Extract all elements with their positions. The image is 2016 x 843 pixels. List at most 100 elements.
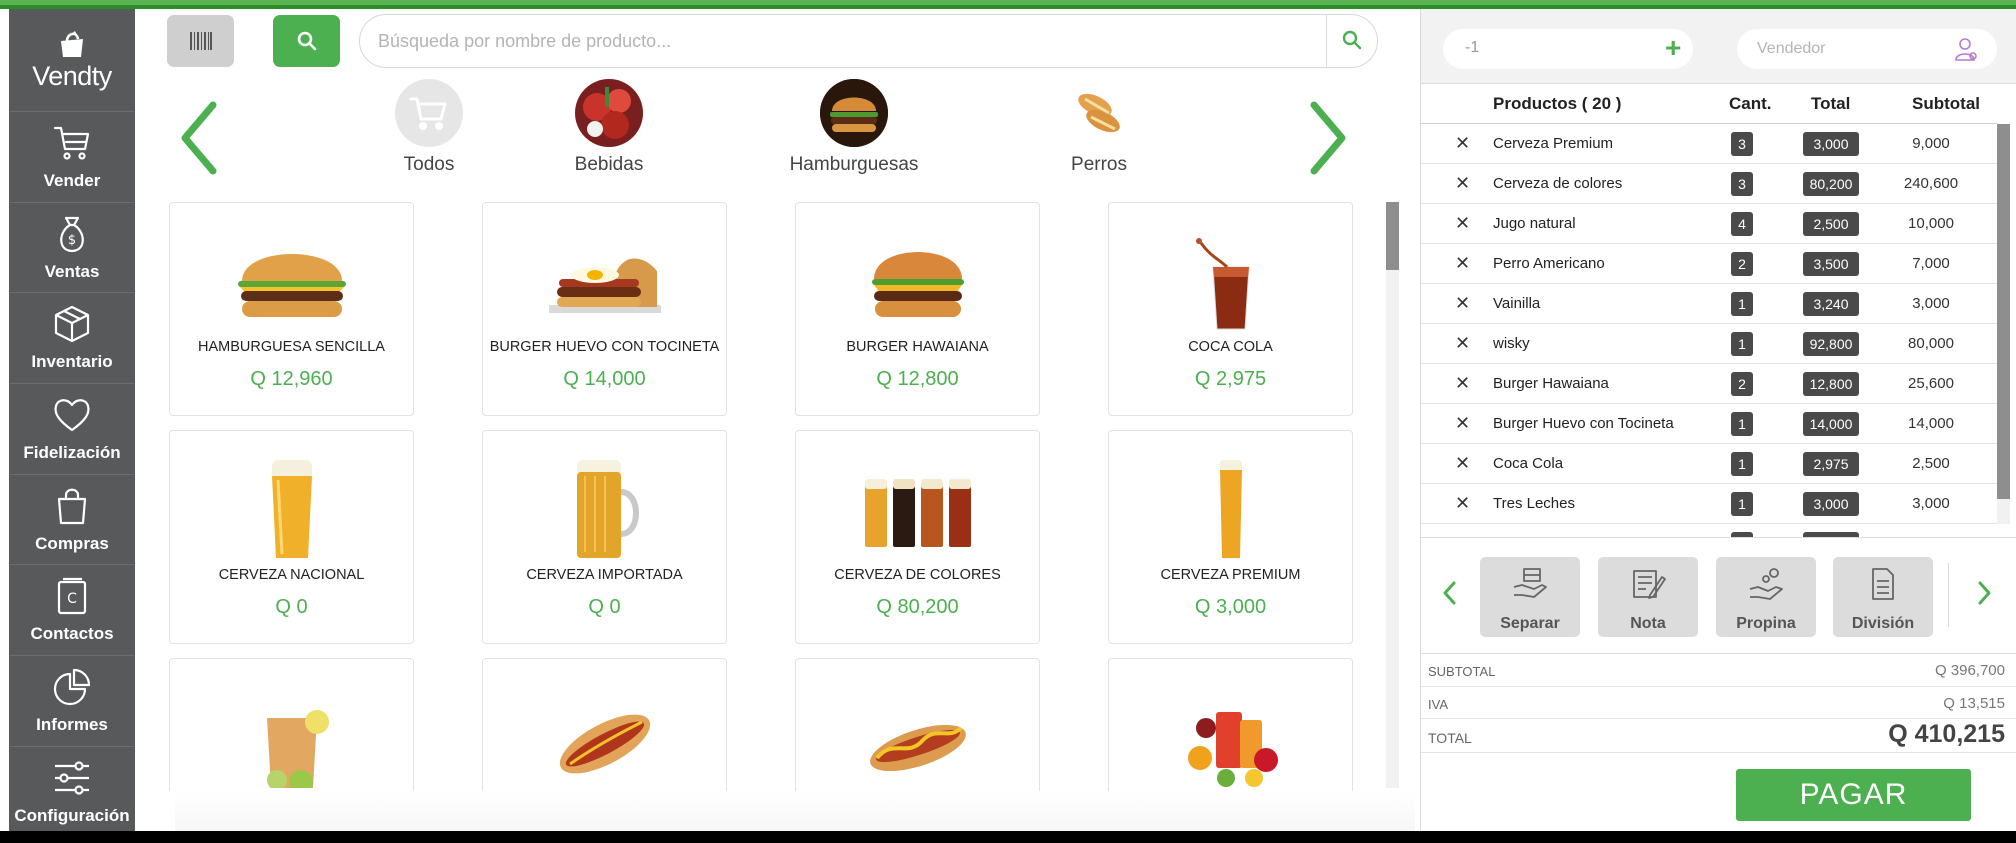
- sidebar-item-inventario[interactable]: Inventario: [9, 293, 135, 385]
- order-item-qty[interactable]: 3: [1731, 172, 1753, 196]
- sidebar-item-label: Inventario: [31, 352, 113, 372]
- product-card[interactable]: CERVEZA IMPORTADA Q 0: [482, 430, 727, 644]
- product-card[interactable]: [1108, 658, 1353, 791]
- product-name: HAMBURGUESA SENCILLA: [198, 339, 385, 355]
- category-hamburguesas[interactable]: Hamburguesas: [774, 79, 934, 176]
- order-item-subtotal: 14,000: [1908, 415, 1954, 432]
- order-item-total[interactable]: 80,200: [1803, 172, 1859, 196]
- remove-item-icon[interactable]: ✕: [1455, 493, 1470, 514]
- sidebar-item-fidelizacion[interactable]: Fidelización: [9, 384, 135, 475]
- order-row[interactable]: ✕ Jugo natural 4 2,500 10,000: [1421, 204, 1997, 244]
- categories-prev-arrow-icon[interactable]: [179, 101, 219, 175]
- order-row[interactable]: ✕ Coca Cola 1 2,975 2,500: [1421, 444, 1997, 484]
- user-icon[interactable]: [1953, 36, 1979, 62]
- order-item-total[interactable]: 2,500: [1803, 212, 1859, 236]
- product-image-hotdog: [483, 683, 726, 791]
- order-item-total[interactable]: 12,800: [1803, 372, 1859, 396]
- order-item-qty[interactable]: 1: [1731, 492, 1753, 516]
- product-card[interactable]: CERVEZA NACIONAL Q 0: [169, 430, 414, 644]
- category-todos[interactable]: Todos: [349, 79, 509, 176]
- order-item-total[interactable]: 14,000: [1803, 412, 1859, 436]
- order-item-total[interactable]: 3,500: [1803, 252, 1859, 276]
- order-item-total[interactable]: 3,240: [1803, 292, 1859, 316]
- nota-button[interactable]: Nota: [1598, 557, 1698, 637]
- order-item-total[interactable]: 92,800: [1803, 332, 1859, 356]
- product-image-burger: [796, 223, 1039, 343]
- order-item-qty[interactable]: 4: [1731, 212, 1753, 236]
- order-item-total[interactable]: 3,000: [1803, 132, 1859, 156]
- order-row[interactable]: ✕ Perro Americano 2 3,500 7,000: [1421, 244, 1997, 284]
- pay-button[interactable]: PAGAR: [1736, 769, 1971, 821]
- order-item-subtotal: 9,000: [1912, 135, 1950, 152]
- order-list-scrollbar[interactable]: [1997, 124, 2010, 524]
- remove-item-icon[interactable]: ✕: [1455, 333, 1470, 354]
- search-input[interactable]: [378, 25, 1328, 57]
- product-card[interactable]: CERVEZA DE COLORES Q 80,200: [795, 430, 1040, 644]
- quantity-input[interactable]: -1 +: [1443, 29, 1693, 69]
- subtotal-label: SUBTOTAL: [1428, 664, 1496, 679]
- order-item-total[interactable]: 3,000: [1803, 492, 1859, 516]
- qty-column-header: Cant.: [1729, 94, 1772, 113]
- category-perros[interactable]: Perros: [1019, 79, 1179, 176]
- product-card[interactable]: BURGER HAWAIANA Q 12,800: [795, 202, 1040, 416]
- product-card[interactable]: [482, 658, 727, 791]
- sidebar-item-compras[interactable]: Compras: [9, 475, 135, 566]
- remove-item-icon[interactable]: ✕: [1455, 413, 1470, 434]
- product-card[interactable]: BURGER HUEVO CON TOCINETA Q 14,000: [482, 202, 727, 416]
- remove-item-icon[interactable]: ✕: [1455, 213, 1470, 234]
- shopping-bag-icon: [57, 488, 87, 524]
- remove-item-icon[interactable]: ✕: [1455, 453, 1470, 474]
- bottom-bar: [0, 831, 2016, 843]
- product-card[interactable]: HAMBURGUESA SENCILLA Q 12,960: [169, 202, 414, 416]
- sidebar-item-ventas[interactable]: $ Ventas: [9, 203, 135, 294]
- actions-prev-arrow-icon[interactable]: [1441, 580, 1457, 606]
- remove-item-icon[interactable]: ✕: [1455, 373, 1470, 394]
- remove-item-icon[interactable]: ✕: [1455, 253, 1470, 274]
- logo[interactable]: Vendty: [9, 9, 135, 112]
- order-row[interactable]: ✕ Burger Huevo con Tocineta 1 14,000 14,…: [1421, 404, 1997, 444]
- remove-item-icon[interactable]: ✕: [1455, 293, 1470, 314]
- order-item-qty[interactable]: 1: [1731, 332, 1753, 356]
- division-button[interactable]: División: [1833, 557, 1933, 637]
- order-row[interactable]: ✕ Burger Hawaiana 2 12,800 25,600: [1421, 364, 1997, 404]
- order-item-qty[interactable]: 2: [1731, 372, 1753, 396]
- product-card[interactable]: [169, 658, 414, 791]
- scrollbar-thumb[interactable]: [1997, 124, 2010, 499]
- sidebar-item-informes[interactable]: Informes: [9, 656, 135, 747]
- order-row[interactable]: ✕ Cerveza de colores 3 80,200 240,600: [1421, 164, 1997, 204]
- plus-icon[interactable]: +: [1665, 34, 1681, 62]
- sidebar-item-vender[interactable]: Vender: [9, 112, 135, 203]
- barcode-button[interactable]: [167, 15, 234, 67]
- order-row[interactable]: ✕ Vainilla 1 3,240 3,000: [1421, 284, 1997, 324]
- vendor-field[interactable]: Vendedor: [1737, 29, 1997, 69]
- order-row[interactable]: ✕ Cerveza Premium 3 3,000 9,000: [1421, 124, 1997, 164]
- propina-button[interactable]: Propina: [1716, 557, 1816, 637]
- product-grid-scrollbar[interactable]: [1386, 202, 1399, 788]
- category-bebidas[interactable]: Bebidas: [529, 79, 689, 176]
- separar-button[interactable]: Separar: [1480, 557, 1580, 637]
- order-item-qty[interactable]: 1: [1731, 452, 1753, 476]
- remove-item-icon[interactable]: ✕: [1455, 133, 1470, 154]
- search-divider: [1326, 15, 1327, 67]
- product-image-beer-tall: [1109, 451, 1352, 571]
- order-item-qty[interactable]: 1: [1731, 412, 1753, 436]
- search-mode-button[interactable]: [273, 15, 340, 67]
- order-item-subtotal: 25,600: [1908, 375, 1954, 392]
- product-card[interactable]: CERVEZA PREMIUM Q 3,000: [1108, 430, 1353, 644]
- order-row[interactable]: ✕ wisky 1 92,800 80,000: [1421, 324, 1997, 364]
- order-item-subtotal: 3,000: [1912, 295, 1950, 312]
- scrollbar-thumb[interactable]: [1386, 202, 1399, 270]
- order-item-total[interactable]: 2,975: [1803, 452, 1859, 476]
- product-card[interactable]: [795, 658, 1040, 791]
- order-item-qty[interactable]: 3: [1731, 132, 1753, 156]
- product-card[interactable]: COCA COLA Q 2,975: [1108, 202, 1353, 416]
- remove-item-icon[interactable]: ✕: [1455, 173, 1470, 194]
- order-item-qty[interactable]: 1: [1731, 292, 1753, 316]
- order-row[interactable]: ✕ Tres Leches 1 3,000 3,000: [1421, 484, 1997, 524]
- sidebar-item-contactos[interactable]: C Contactos: [9, 565, 135, 657]
- sidebar-item-configuracion[interactable]: Configuración: [9, 747, 135, 838]
- order-item-qty[interactable]: 2: [1731, 252, 1753, 276]
- actions-next-arrow-icon[interactable]: [1977, 580, 1993, 606]
- pie-chart-icon: [53, 668, 91, 706]
- search-submit-icon[interactable]: [1342, 30, 1362, 50]
